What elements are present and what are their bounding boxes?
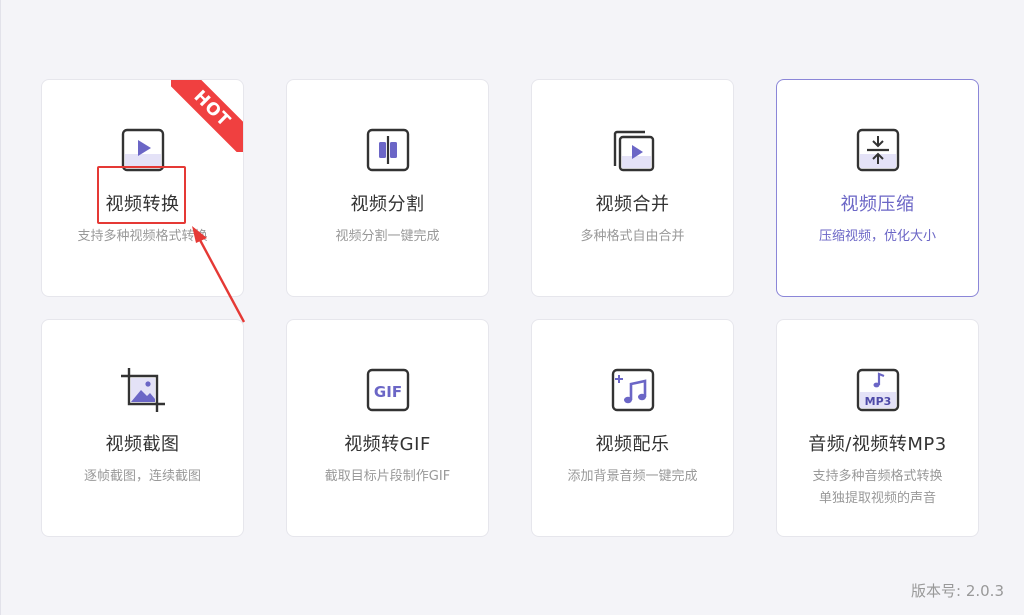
- gif-icon: GIF: [366, 368, 409, 412]
- card-subtitle: 逐帧截图，连续截图: [83, 469, 201, 484]
- card-video-music[interactable]: 视频配乐 添加背景音频一键完成: [531, 319, 734, 537]
- card-video-screenshot[interactable]: 视频截图 逐帧截图，连续截图: [41, 319, 244, 537]
- card-subtitle: 添加背景音频一键完成: [567, 469, 698, 484]
- compress-icon: [856, 128, 899, 172]
- card-title: 视频合并: [595, 194, 670, 215]
- card-title: 视频配乐: [595, 434, 670, 455]
- card-title: 音频/视频转MP3: [808, 434, 947, 455]
- card-subtitle-line2: 单独提取视频的声音: [818, 491, 936, 506]
- app-window: HOT 视频转换 支持多种视频格式转换 视频分割 视频分割一键完成 视频合并 多…: [0, 0, 1024, 615]
- mp3-icon: MP3: [856, 368, 899, 412]
- card-subtitle-line1: 支持多种音频格式转换: [812, 469, 943, 484]
- card-subtitle: 截取目标片段制作GIF: [324, 469, 451, 484]
- svg-text:GIF: GIF: [373, 383, 401, 401]
- card-subtitle: 支持多种音频格式转换 单独提取视频的声音: [777, 466, 978, 510]
- card-title: 视频转GIF: [344, 434, 431, 455]
- svg-text:MP3: MP3: [864, 395, 891, 408]
- card-subtitle: 视频分割一键完成: [335, 229, 440, 244]
- card-subtitle: 压缩视频，优化大小: [818, 229, 936, 244]
- split-icon: [366, 128, 409, 172]
- highlight-box: [97, 166, 186, 224]
- card-video-to-gif[interactable]: GIF 视频转GIF 截取目标片段制作GIF: [286, 319, 489, 537]
- crop-image-icon: [120, 368, 165, 412]
- version-label: 版本号: 2.0.3: [911, 582, 1004, 600]
- card-video-compress[interactable]: 视频压缩 压缩视频，优化大小: [776, 79, 979, 297]
- hot-ribbon: HOT: [171, 80, 243, 152]
- card-subtitle: 多种格式自由合并: [580, 229, 685, 244]
- card-title: 视频压缩: [840, 194, 915, 215]
- card-to-mp3[interactable]: MP3 音频/视频转MP3 支持多种音频格式转换 单独提取视频的声音: [776, 319, 979, 537]
- hot-badge: HOT: [171, 80, 243, 152]
- card-subtitle: 支持多种视频格式转换: [77, 229, 208, 244]
- merge-icon: [613, 130, 654, 172]
- card-video-merge[interactable]: 视频合并 多种格式自由合并: [531, 79, 734, 297]
- card-video-split[interactable]: 视频分割 视频分割一键完成: [286, 79, 489, 297]
- card-title: 视频分割: [350, 194, 425, 215]
- music-add-icon: [611, 368, 654, 412]
- card-title: 视频截图: [105, 434, 180, 455]
